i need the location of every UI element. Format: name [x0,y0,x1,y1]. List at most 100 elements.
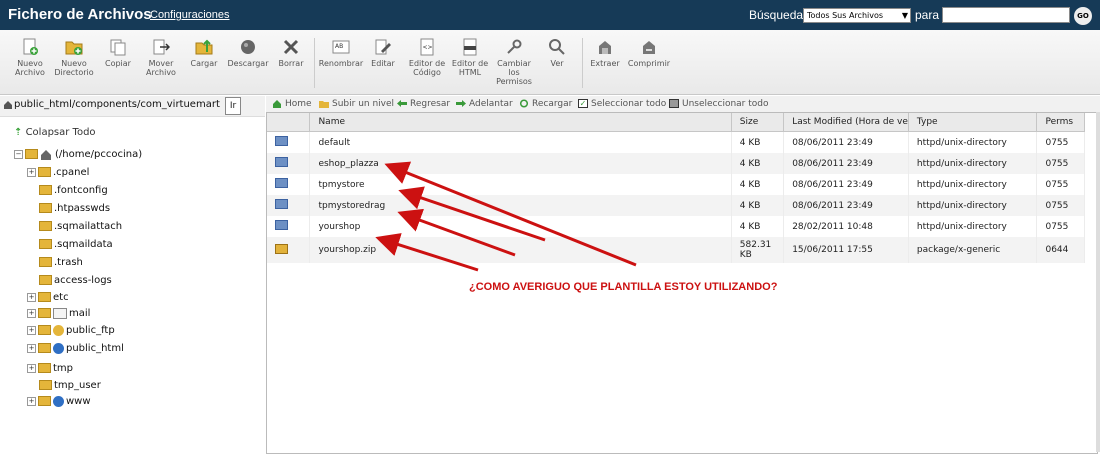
upload-button[interactable]: Cargar [181,38,227,68]
forward-button[interactable]: Adelantar [456,99,513,109]
tree-item[interactable]: .trash [39,256,83,270]
tree-root-label: (/home/pccocina) [55,149,143,160]
column-header-modified[interactable]: Last Modified (Hora de ve [783,113,909,132]
deselect-all-label: Unseleccionar todo [682,99,769,109]
tree-item[interactable]: .htpasswds [39,202,110,216]
tree-item[interactable]: + www [27,395,91,409]
tree-item[interactable]: access-logs [39,274,112,288]
copy-icon [110,39,126,56]
tree-item[interactable]: .fontconfig [39,184,108,198]
table-row[interactable]: eshop_plazza 4 KB 08/06/2011 23:49 httpd… [267,153,1085,174]
new-folder-button[interactable]: Nuevo Directorio [51,38,97,77]
path-input[interactable]: public_html/components/com_virtuemart [14,99,224,113]
navigation-bar: Home Subir un nivel Regresar Adelantar R… [266,96,1100,112]
new-folder-label: Nuevo Directorio [54,59,94,77]
select-all-button[interactable]: ✓ Seleccionar todo [578,99,666,109]
folder-icon [38,325,51,335]
deselect-all-button[interactable]: Unseleccionar todo [669,99,769,109]
file-table: Name Size Last Modified (Hora de ve Type… [267,113,1085,263]
view-label: Ver [550,59,564,68]
tree-item[interactable]: + public_html [27,342,124,356]
code-editor-button[interactable]: <> Editor de Código [404,38,450,77]
edit-button[interactable]: Editar [360,38,406,68]
file-size: 4 KB [731,195,785,216]
compress-button[interactable]: Comprimir [626,38,672,68]
rename-button[interactable]: AB Renombrar [318,38,364,68]
table-row[interactable]: tpmystore 4 KB 08/06/2011 23:49 httpd/un… [267,174,1085,195]
search-input[interactable] [942,7,1070,23]
column-header-name[interactable]: Name [309,113,732,132]
tree-root[interactable]: − (/home/pccocina) [14,148,142,162]
change-permissions-button[interactable]: Cambiar los Permisos [491,38,537,86]
tree-item[interactable]: + public_ftp [27,324,115,338]
column-header-perms[interactable]: Perms [1036,113,1085,132]
go-button[interactable]: GO [1074,7,1092,25]
tree-item[interactable]: + etc [27,291,69,305]
tree-item-label: .fontconfig [54,185,108,196]
copy-label: Copiar [105,59,131,68]
extract-label: Extraer [590,59,620,68]
search-label: Búsqueda [749,8,804,22]
reload-button[interactable]: Recargar [519,99,572,109]
new-file-button[interactable]: Nuevo Archivo [7,38,53,77]
checkbox-checked-icon: ✓ [578,99,588,108]
table-row[interactable]: yourshop.zip 582.31 KB 15/06/2011 17:55 p… [267,237,1085,263]
reload-icon [519,99,529,108]
reload-label: Recargar [532,99,573,109]
download-button[interactable]: Descargar [225,38,271,68]
table-row[interactable]: default 4 KB 08/06/2011 23:49 httpd/unix… [267,131,1085,153]
tree-item[interactable]: + .cpanel [27,166,89,180]
back-button[interactable]: Regresar [397,99,450,109]
tree-item-label: access-logs [54,275,112,286]
folder-icon [275,157,288,167]
file-modified: 08/06/2011 23:49 [783,174,909,195]
configuraciones-link[interactable]: Configuraciones [150,9,230,21]
expand-icon: + [27,343,36,353]
up-level-button[interactable]: Subir un nivel [319,99,394,109]
tree-item[interactable]: + mail [27,307,90,321]
folder-icon [39,380,52,390]
svg-text:AB: AB [335,43,343,50]
go-path-button[interactable]: Ir [225,97,241,115]
file-perms: 0644 [1036,237,1085,263]
table-row[interactable]: tpmystoredrag 4 KB 08/06/2011 23:49 http… [267,195,1085,216]
file-name[interactable]: tpmystore [309,174,732,195]
file-type: httpd/unix-directory [908,153,1038,174]
collapse-icon: ⇡ [14,127,23,138]
file-name[interactable]: yourshop [309,216,732,237]
extract-button[interactable]: Extraer [582,38,628,68]
tree-item[interactable]: .sqmailattach [39,220,122,234]
expand-icon: + [27,396,36,406]
column-header-size[interactable]: Size [731,113,785,132]
file-size: 4 KB [731,153,785,174]
file-perms: 0755 [1036,195,1085,216]
globe-icon [53,342,64,354]
home-icon [273,100,281,108]
move-file-button[interactable]: Mover Archivo [138,38,184,77]
tree-item[interactable]: tmp_user [39,379,101,393]
home-button[interactable]: Home [272,99,312,109]
file-name[interactable]: eshop_plazza [309,153,732,174]
annotation-question: ¿COMO AVERIGUO QUE PLANTILLA ESTOY UTILI… [469,281,778,293]
para-label: para [915,8,940,22]
column-header-type[interactable]: Type [908,113,1038,132]
view-button[interactable]: Ver [534,38,580,68]
search-scope-select[interactable]: Todos Sus Archivos ▼ [803,8,911,23]
select-all-label: Seleccionar todo [591,99,667,109]
html-editor-button[interactable]: Editor de HTML [447,38,493,77]
move-file-icon [153,39,170,55]
delete-button[interactable]: Borrar [268,38,314,68]
file-name[interactable]: yourshop.zip [309,237,732,263]
tree-item[interactable]: + tmp [27,362,73,376]
collapse-all-button[interactable]: ⇡ Colapsar Todo [14,127,96,138]
file-type: httpd/unix-directory [908,131,1038,153]
folder-icon [39,239,52,249]
copy-button[interactable]: Copiar [95,38,141,68]
folder-icon [39,203,52,213]
file-name[interactable]: tpmystoredrag [309,195,732,216]
tree-item[interactable]: .sqmaildata [39,238,113,252]
table-row[interactable]: yourshop 4 KB 28/02/2011 10:48 httpd/uni… [267,216,1085,237]
scrollbar[interactable] [1096,112,1100,452]
file-name[interactable]: default [309,131,732,153]
folder-icon [25,149,38,159]
